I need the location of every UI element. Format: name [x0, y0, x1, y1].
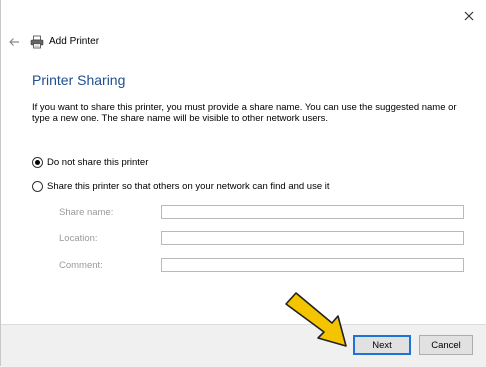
location-label: Location: — [59, 233, 98, 244]
page-title: Printer Sharing — [32, 72, 126, 88]
cancel-button[interactable]: Cancel — [419, 335, 473, 355]
comment-row: Comment: — [59, 258, 464, 274]
window-border — [0, 0, 1, 366]
location-input[interactable] — [161, 231, 464, 245]
pointer-arrow-icon — [285, 292, 347, 347]
location-row: Location: — [59, 231, 464, 247]
radio-label[interactable]: Share this printer so that others on you… — [47, 181, 330, 192]
back-arrow-icon[interactable] — [8, 36, 20, 48]
comment-input[interactable] — [161, 258, 464, 272]
radio-button[interactable] — [32, 181, 43, 192]
window-title: Add Printer — [49, 36, 100, 47]
comment-label: Comment: — [59, 260, 103, 271]
share-name-input[interactable] — [161, 205, 464, 219]
close-icon[interactable] — [462, 9, 476, 23]
share-name-row: Share name: — [59, 205, 464, 221]
page-description: If you want to share this printer, you m… — [32, 102, 457, 124]
radio-do-not-share[interactable]: Do not share this printer — [32, 157, 148, 168]
radio-button-selected[interactable] — [32, 157, 43, 168]
printer-icon — [30, 35, 44, 49]
share-name-label: Share name: — [59, 207, 114, 218]
radio-share-printer[interactable]: Share this printer so that others on you… — [32, 181, 330, 192]
radio-label[interactable]: Do not share this printer — [47, 157, 148, 168]
button-bar: Next Cancel — [1, 324, 486, 367]
